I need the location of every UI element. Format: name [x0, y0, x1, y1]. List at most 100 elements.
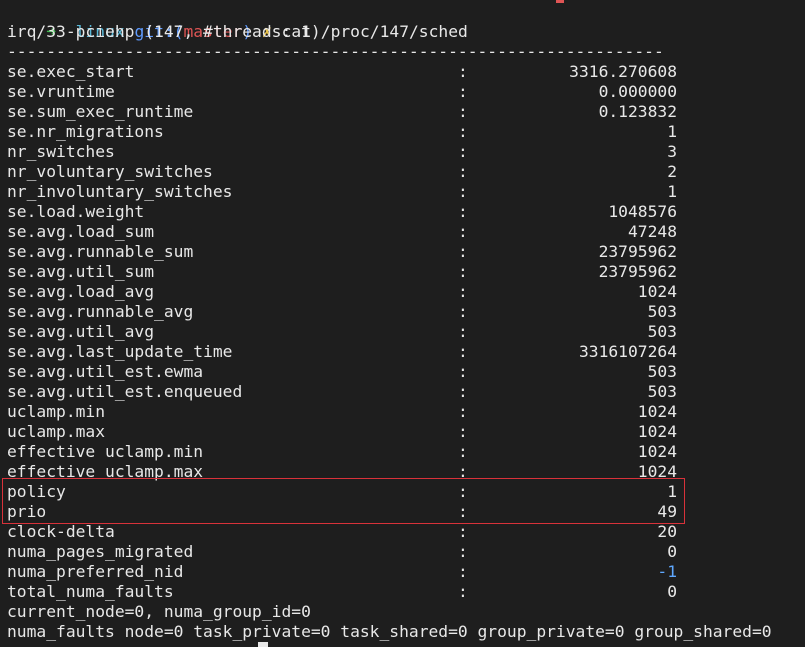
table-row: effective uclamp.min: 1024: [0, 442, 805, 462]
row-value: 3316.270608: [569, 62, 677, 81]
row-colon: :: [458, 222, 468, 241]
table-row: se.exec_start: 3316.270608: [0, 62, 805, 82]
row-colon: :: [458, 442, 468, 461]
row-key: se.avg.runnable_sum: [7, 242, 194, 261]
table-row: nr_involuntary_switches: 1: [0, 182, 805, 202]
table-row: se.nr_migrations: 1: [0, 122, 805, 142]
row-colon: :: [458, 302, 468, 321]
row-colon: :: [458, 242, 468, 261]
terminal-window[interactable]: ➜ linux git:(master) ✗ cat /proc/147/sch…: [0, 0, 805, 647]
table-row: se.avg.util_est.enqueued: 503: [0, 382, 805, 402]
table-row: nr_voluntary_switches: 2: [0, 162, 805, 182]
row-value: 1024: [637, 402, 677, 421]
row-value: -1: [657, 562, 677, 581]
row-key: se.avg.last_update_time: [7, 342, 233, 361]
table-row: se.avg.util_sum: 23795962: [0, 262, 805, 282]
table-row: se.avg.runnable_avg: 503: [0, 302, 805, 322]
row-colon: :: [458, 402, 468, 421]
row-key: se.avg.util_est.enqueued: [7, 382, 243, 401]
row-colon: :: [458, 62, 468, 81]
row-key: uclamp.max: [7, 422, 106, 441]
table-row: se.sum_exec_runtime: 0.123832: [0, 102, 805, 122]
row-value: 503: [647, 322, 677, 341]
row-colon: :: [458, 162, 468, 181]
row-value: 0: [667, 582, 677, 601]
row-value: 1048576: [608, 202, 677, 221]
row-value: 0.123832: [598, 102, 677, 121]
process-header: irq/33-pciehp (147, #threads: 1): [7, 22, 321, 41]
row-colon: :: [458, 142, 468, 161]
row-value: 503: [647, 302, 677, 321]
row-value: 1024: [637, 422, 677, 441]
table-row: numa_preferred_nid: -1: [0, 562, 805, 582]
row-value: 1024: [637, 442, 677, 461]
row-value: 2: [667, 162, 677, 181]
row-key: clock-delta: [7, 522, 115, 541]
row-colon: :: [458, 542, 468, 561]
row-colon: :: [458, 82, 468, 101]
row-colon: :: [458, 382, 468, 401]
row-value: 47248: [627, 222, 677, 241]
table-row: se.avg.load_sum: 47248: [0, 222, 805, 242]
table-row: uclamp.min: 1024: [0, 402, 805, 422]
row-key: nr_involuntary_switches: [7, 182, 233, 201]
table-row: se.avg.util_avg: 503: [0, 322, 805, 342]
clipped-text-fragment: [556, 0, 564, 3]
row-key: se.avg.load_avg: [7, 282, 155, 301]
table-row: clock-delta: 20: [0, 522, 805, 542]
row-key: se.avg.load_sum: [7, 222, 155, 241]
row-value: 23795962: [598, 262, 677, 281]
row-key: numa_pages_migrated: [7, 542, 194, 561]
row-value: 0: [667, 542, 677, 561]
row-value: 23795962: [598, 242, 677, 261]
highlight-box-policy-prio: [2, 478, 685, 524]
row-colon: :: [458, 422, 468, 441]
row-key: se.sum_exec_runtime: [7, 102, 194, 121]
separator-line: ----------------------------------------…: [7, 42, 664, 61]
row-key: se.exec_start: [7, 62, 135, 81]
table-row: se.avg.util_est.ewma: 503: [0, 362, 805, 382]
table-row: se.avg.runnable_sum: 23795962: [0, 242, 805, 262]
row-value: 1: [667, 122, 677, 141]
row-key: se.avg.util_sum: [7, 262, 155, 281]
row-colon: :: [458, 182, 468, 201]
row-value: 3: [667, 142, 677, 161]
row-key: se.avg.util_avg: [7, 322, 155, 341]
row-value: 1024: [637, 282, 677, 301]
row-colon: :: [458, 362, 468, 381]
table-row: nr_switches: 3: [0, 142, 805, 162]
row-colon: :: [458, 122, 468, 141]
row-key: effective uclamp.min: [7, 442, 204, 461]
footer-line-numa-node: current_node=0, numa_group_id=0: [7, 602, 311, 621]
row-key: se.avg.runnable_avg: [7, 302, 194, 321]
row-colon: :: [458, 102, 468, 121]
table-row: se.avg.last_update_time: 3316107264: [0, 342, 805, 362]
row-value: 20: [657, 522, 677, 541]
row-colon: :: [458, 202, 468, 221]
footer-line-numa-faults: numa_faults node=0 task_private=0 task_s…: [7, 622, 772, 641]
row-colon: :: [458, 342, 468, 361]
row-colon: :: [458, 522, 468, 541]
row-value: 0.000000: [598, 82, 677, 101]
row-key: se.load.weight: [7, 202, 145, 221]
row-value: 3316107264: [578, 342, 677, 361]
table-row: total_numa_faults: 0: [0, 582, 805, 602]
row-key: se.vruntime: [7, 82, 115, 101]
row-key: uclamp.min: [7, 402, 106, 421]
row-colon: :: [458, 582, 468, 601]
row-value: 503: [647, 382, 677, 401]
row-value: 503: [647, 362, 677, 381]
table-row: uclamp.max: 1024: [0, 422, 805, 442]
row-key: nr_switches: [7, 142, 115, 161]
row-key: se.avg.util_est.ewma: [7, 362, 204, 381]
table-row: se.avg.load_avg: 1024: [0, 282, 805, 302]
terminal-cursor: [258, 642, 268, 647]
row-value: 1: [667, 182, 677, 201]
row-key: se.nr_migrations: [7, 122, 164, 141]
table-row: numa_pages_migrated: 0: [0, 542, 805, 562]
row-key: numa_preferred_nid: [7, 562, 184, 581]
row-colon: :: [458, 262, 468, 281]
table-row: se.load.weight: 1048576: [0, 202, 805, 222]
table-row: se.vruntime: 0.000000: [0, 82, 805, 102]
row-colon: :: [458, 322, 468, 341]
